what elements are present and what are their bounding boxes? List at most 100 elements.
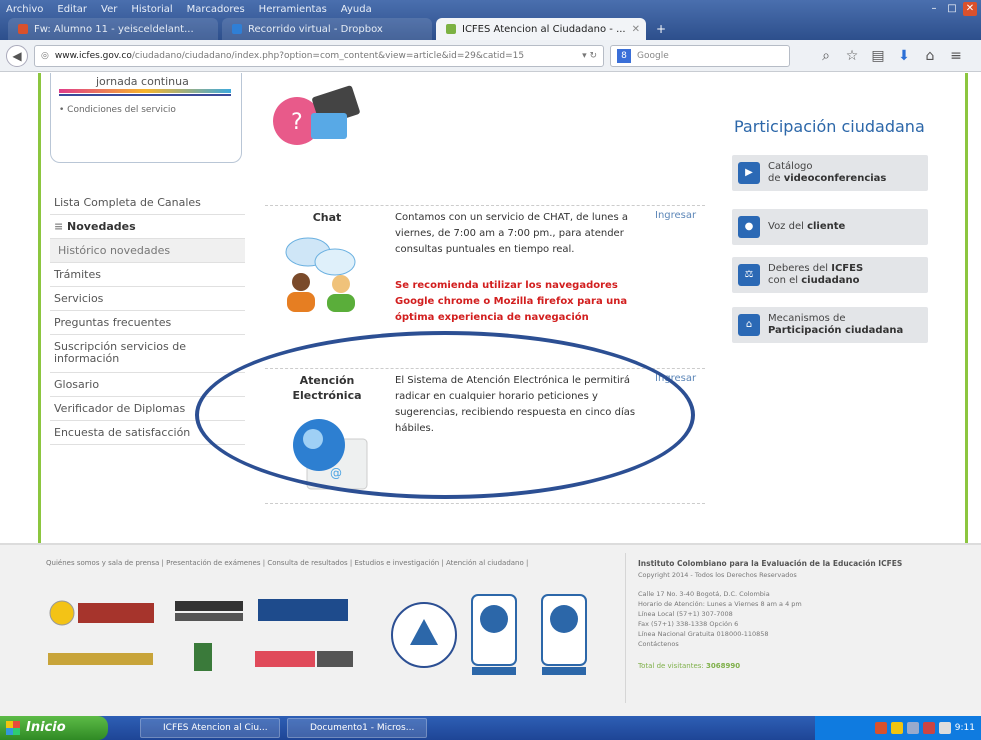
- task-label: ICFES Atencion al Ciu...: [163, 723, 268, 733]
- chat-ingresar-link[interactable]: Ingresar: [655, 210, 696, 221]
- btn-line1: Voz del: [768, 221, 808, 232]
- videoconferencias-button[interactable]: ▶ Catálogo de videoconferencias: [732, 155, 928, 191]
- nav-preguntas[interactable]: Preguntas frecuentes: [50, 311, 245, 335]
- menu-marcadores[interactable]: Marcadores: [187, 4, 245, 18]
- btn-line1-bold: ICFES: [831, 263, 864, 274]
- taskbar: Inicio ICFES Atencion al Ciu... Document…: [0, 716, 981, 740]
- google-icon: 8: [617, 48, 631, 63]
- browser-titlebar: Archivo Editar Ver Historial Marcadores …: [0, 0, 981, 40]
- tab-label: Fw: Alumno 11 - yeisceldelant...: [34, 23, 194, 35]
- icfes-icon: [446, 24, 456, 34]
- new-tab-icon[interactable]: +: [650, 18, 672, 40]
- menu-archivo[interactable]: Archivo: [6, 4, 43, 18]
- mail-icon: [18, 24, 28, 34]
- deberes-label: Deberes del ICFES con el ciudadano: [768, 263, 863, 287]
- back-arrow-icon[interactable]: ◀: [6, 44, 28, 67]
- gel-seal-icon: [391, 602, 457, 668]
- btn-line1: Catálogo: [768, 161, 813, 172]
- footer-links[interactable]: Quiénes somos y sala de prensa | Present…: [46, 559, 528, 567]
- address-bar[interactable]: ◎ www.icfes.gov.co/ciudadano/ciudadano/i…: [34, 44, 604, 67]
- phone-contact-icon: ?: [273, 85, 360, 145]
- channels-bottom-divider: [265, 503, 705, 504]
- color-bar: [59, 89, 231, 93]
- menu-ayuda[interactable]: Ayuda: [341, 4, 372, 18]
- tray-volume-icon[interactable]: [938, 722, 951, 734]
- tab-dropbox[interactable]: Recorrido virtual - Dropbox: [222, 18, 432, 40]
- bookmark-star-icon[interactable]: ☆: [842, 48, 862, 64]
- prosperidad-logo: [175, 601, 243, 621]
- reload-icon[interactable]: ▾ ↻: [582, 51, 597, 61]
- icetex-logo: [258, 599, 348, 621]
- menu-herramientas[interactable]: Herramientas: [259, 4, 327, 18]
- windows-logo-icon: [6, 721, 20, 735]
- deberes-button[interactable]: ⚖ Deberes del ICFES con el ciudadano: [732, 257, 928, 293]
- btn-line2-prefix: de: [768, 173, 784, 184]
- btn-line2-bold: ciudadano: [801, 275, 860, 286]
- tab-email[interactable]: Fw: Alumno 11 - yeisceldelant...: [8, 18, 218, 40]
- nav-tramites[interactable]: Trámites: [50, 263, 245, 287]
- building-icon: ⌂: [738, 314, 760, 336]
- gobierno-logo: [48, 653, 153, 665]
- menu-historial[interactable]: Historial: [131, 4, 172, 18]
- menu-editar[interactable]: Editar: [57, 4, 87, 18]
- btn-line2-prefix: con el: [768, 275, 802, 286]
- btn-line1: Deberes del: [768, 263, 832, 274]
- menu-ver[interactable]: Ver: [101, 4, 117, 18]
- videoconferencias-label: Catálogo de videoconferencias: [768, 161, 886, 185]
- voz-cliente-button[interactable]: ● Voz del cliente: [732, 209, 928, 245]
- bookmarks-list-icon[interactable]: ▤: [868, 48, 888, 64]
- footer-divider: [625, 553, 626, 703]
- nav-novedades[interactable]: ≡ Novedades: [50, 215, 245, 239]
- svg-text:?: ?: [291, 110, 303, 135]
- taskbar-firefox[interactable]: ICFES Atencion al Ciu...: [140, 718, 280, 738]
- tab-close-icon[interactable]: ✕: [632, 24, 640, 35]
- tray-flag-icon[interactable]: [874, 722, 887, 734]
- nav-servicios[interactable]: Servicios: [50, 287, 245, 311]
- task-label: Documento1 - Micros...: [310, 723, 415, 733]
- video-camera-icon: ▶: [738, 162, 760, 184]
- tray-network-icon[interactable]: [906, 722, 919, 734]
- microphone-icon: ●: [738, 216, 760, 238]
- voz-cliente-label: Voz del cliente: [768, 221, 845, 233]
- search-box[interactable]: 8 Google: [610, 44, 790, 67]
- taskbar-word[interactable]: Documento1 - Micros...: [287, 718, 427, 738]
- start-button[interactable]: Inicio: [0, 716, 108, 740]
- url-path: /ciudadano/ciudadano/index.php?option=co…: [131, 50, 525, 61]
- tab-icfes[interactable]: ICFES Atencion al Ciudadano - ... ✕: [436, 18, 646, 40]
- search-icon[interactable]: ⌕: [816, 48, 836, 64]
- home-icon[interactable]: ⌂: [920, 48, 940, 64]
- nav-suscripcion[interactable]: Suscripción servicios de información: [50, 335, 245, 373]
- url-host: www.icfes.gov.co: [54, 50, 132, 61]
- footer: Quiénes somos y sala de prensa | Present…: [0, 543, 981, 716]
- chat-people-icon: [285, 237, 356, 312]
- clock[interactable]: 9:11: [955, 723, 975, 733]
- scales-icon: ⚖: [738, 264, 760, 286]
- copyright: Copyright 2014 - Todos los Derechos Rese…: [638, 571, 797, 579]
- browser-warning: Se recomienda utilizar los navegadores G…: [395, 280, 628, 323]
- highlight-oval: [195, 331, 695, 499]
- conditions-link[interactable]: • Condiciones del servicio: [59, 105, 176, 115]
- tray-shield-icon[interactable]: [890, 722, 903, 734]
- menu-bar: Archivo Editar Ver Historial Marcadores …: [6, 4, 372, 18]
- nav-historico[interactable]: Histórico novedades: [50, 239, 245, 263]
- close-icon[interactable]: ✕: [963, 2, 977, 16]
- minimize-icon[interactable]: –: [927, 2, 941, 16]
- system-tray: 9:11: [815, 716, 981, 740]
- tab-label: Recorrido virtual - Dropbox: [248, 23, 383, 35]
- maximize-icon[interactable]: □: [945, 2, 959, 16]
- iso-9001-badge: [471, 594, 517, 675]
- jornada-title: jornada continua: [96, 75, 189, 88]
- btn-line2-bold: Participación ciudadana: [768, 325, 904, 336]
- chat-description: Contamos con un servicio de CHAT, de lun…: [395, 212, 628, 255]
- tray-antivirus-icon[interactable]: [922, 722, 935, 734]
- download-icon[interactable]: ⬇: [894, 48, 914, 64]
- chat-title: Chat: [312, 211, 342, 224]
- nav-lista-canales[interactable]: Lista Completa de Canales: [50, 191, 245, 215]
- btn-line1: Mecanismos de: [768, 313, 846, 324]
- web-page: jornada continua • Condiciones del servi…: [0, 73, 981, 716]
- menu-icon[interactable]: ≡: [946, 48, 966, 64]
- unidad-logo: [194, 643, 212, 671]
- mecanismos-button[interactable]: ⌂ Mecanismos de Participación ciudadana: [732, 307, 928, 343]
- navigation-bar: ◀ ◎ www.icfes.gov.co/ciudadano/ciudadano…: [0, 40, 981, 72]
- visitors-count: 3068990: [706, 662, 741, 670]
